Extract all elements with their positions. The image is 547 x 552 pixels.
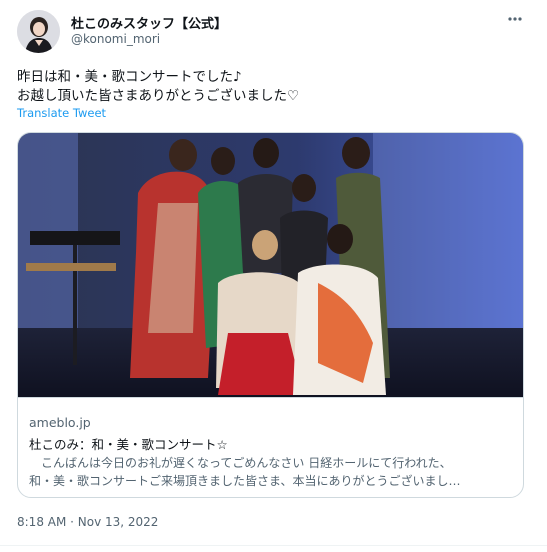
link-card-description: こんばんは今日のお礼が遅くなってごめんなさい 日経ホールにて行われた、 和・美・… [29,454,513,490]
tweet-container: 杜このみスタッフ【公式】 @konomi_mori 昨日は和・美・歌コンサートで… [0,0,547,552]
link-card-photo[interactable] [18,133,523,398]
link-card-description-line: 和・美・歌コンサートご来場頂きました皆さま、本当にありがとうございまし… [29,474,461,488]
author-display-name[interactable]: 杜このみスタッフ【公式】 [71,13,227,32]
author-avatar[interactable] [17,10,60,53]
tweet-timestamp[interactable]: 8:18 AM · Nov 13, 2022 [17,515,158,529]
link-card-title: 杜このみ：和・美・歌コンサート☆ [29,437,228,452]
link-card-description-line: こんばんは今日のお礼が遅くなってごめんなさい 日経ホールにて行われた、 [29,456,452,470]
link-card[interactable]: ameblo.jp 杜このみ：和・美・歌コンサート☆ こんばんは今日のお礼が遅く… [17,132,524,498]
author-handle[interactable]: @konomi_mori [71,32,160,46]
more-options-icon[interactable] [504,10,526,32]
tweet-text: 昨日は和・美・歌コンサートでした♪ お越し頂いた皆さまありがとうございました♡ [17,68,527,106]
tweet-text-line: お越し頂いた皆さまありがとうございました♡ [17,88,300,104]
link-card-domain: ameblo.jp [29,415,91,430]
divider [0,545,547,546]
translate-tweet-link[interactable]: Translate Tweet [17,106,106,120]
tweet-text-line: 昨日は和・美・歌コンサートでした♪ [17,69,242,85]
